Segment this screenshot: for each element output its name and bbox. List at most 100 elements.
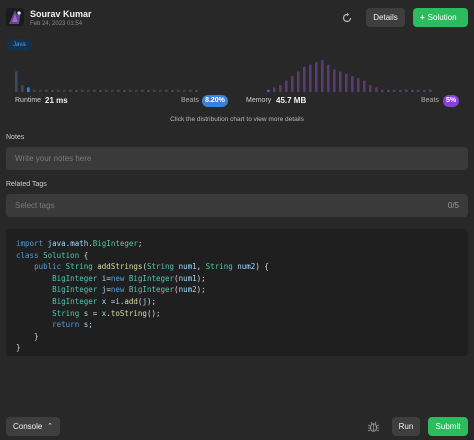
chart-bar[interactable] [45,89,48,92]
chart-bar[interactable] [21,85,24,92]
chart-bar[interactable] [345,73,348,92]
chart-bar[interactable] [111,89,114,92]
run-button[interactable]: Run [392,417,420,436]
chart-bar[interactable] [123,89,126,92]
chart-bar[interactable] [333,69,336,92]
chart-bar[interactable] [117,89,120,92]
solution-button-label: Solution [427,13,457,22]
code-token: j [142,296,147,306]
code-token: Solution [43,250,80,260]
chart-bar[interactable] [189,89,192,92]
chart-bar[interactable] [351,76,354,92]
chart-bar[interactable] [57,89,60,92]
chart-bar[interactable] [327,64,330,92]
console-button[interactable]: Console ⌃ [6,417,60,436]
runtime-value: 21 ms [45,96,68,105]
chart-bar[interactable] [81,89,84,92]
chart-bar[interactable] [183,89,186,92]
details-button[interactable]: Details [366,8,405,27]
chart-bar[interactable] [177,89,180,92]
memory-label: Memory [246,97,272,104]
submit-button[interactable]: Submit [428,417,468,436]
code-token: num2 [237,262,256,272]
chart-bar[interactable] [315,62,318,92]
chart-bar[interactable] [411,89,414,92]
code-token: math [70,239,89,248]
language-tag[interactable]: Java [7,39,32,51]
chart-bar[interactable] [339,71,342,92]
code-token: BigInteger [52,273,98,283]
chart-bar[interactable] [69,89,72,92]
chart-bar[interactable] [393,89,396,92]
user-avatar[interactable] [6,8,24,26]
chart-bar[interactable] [135,89,138,92]
chart-bar[interactable] [15,71,18,92]
code-token: return [52,320,80,330]
distribution-chart[interactable] [8,58,468,92]
code-token: i [101,273,107,283]
chart-bar[interactable] [429,89,432,92]
chart-bar[interactable] [291,76,294,92]
chart-bar[interactable] [381,89,384,92]
code-token: BigInteger [128,273,175,283]
chart-bar[interactable] [129,89,132,92]
debug-icon[interactable] [367,420,380,433]
chart-bar[interactable] [285,80,288,92]
chart-bar[interactable] [153,89,156,92]
code-token: x [101,296,107,306]
solution-button[interactable]: + Solution [413,8,468,27]
chart-bar[interactable] [297,71,300,92]
chart-bar[interactable] [357,78,360,92]
runtime-beats-badge: 8.20% [202,95,228,107]
tags-select[interactable]: Select tags 0/5 [6,194,468,217]
chart-bar[interactable] [27,87,30,92]
chart-bar[interactable] [147,89,150,92]
notes-input[interactable]: Write your notes here [6,147,468,170]
chart-bar[interactable] [309,64,312,92]
chart-bar[interactable] [75,89,78,92]
chart-bar[interactable] [33,89,36,92]
chart-bar[interactable] [39,89,42,92]
chart-bar[interactable] [165,89,168,92]
code-line: String s = x.toString(); [52,308,161,318]
code-line: BigInteger j=new BigInteger(num2); [52,285,206,295]
chart-bar[interactable] [267,89,270,92]
chart-bar[interactable] [417,89,420,92]
chart-bar[interactable] [171,89,174,92]
chart-bar[interactable] [93,89,96,92]
chart-bar[interactable] [405,89,408,92]
chart-bar[interactable] [195,89,198,92]
code-token: BigInteger [92,239,138,248]
chart-bar[interactable] [273,87,276,92]
chart-bar[interactable] [51,89,54,92]
code-token: add [124,296,138,306]
code-token: addStrings [97,262,143,272]
user-name[interactable]: Sourav Kumar [30,9,92,19]
chart-bar[interactable] [99,89,102,92]
chart-bar[interactable] [141,89,144,92]
chart-bar[interactable] [105,89,108,92]
chart-bar[interactable] [399,89,402,92]
code-block: import java.math.BigInteger; class Solut… [6,229,468,356]
chart-bar[interactable] [363,80,366,92]
code-token: toString [110,308,147,318]
code-token: public [34,262,62,272]
chart-bar[interactable] [63,89,66,92]
code-token: num2 [178,285,197,295]
code-token: BigInteger [52,285,98,295]
code-token: j [101,285,107,295]
code-token: new [110,285,125,295]
chevron-up-icon: ⌃ [47,423,53,430]
chart-bar[interactable] [321,60,324,92]
chart-bar[interactable] [375,87,378,92]
avatar-image [6,8,24,26]
chart-bar[interactable] [369,85,372,92]
share-icon[interactable] [341,12,353,24]
chart-bar[interactable] [159,89,162,92]
chart-bar[interactable] [303,66,306,92]
chart-bar[interactable] [387,89,390,92]
chart-bar[interactable] [87,89,90,92]
code-token: String [146,262,175,272]
chart-bar[interactable] [423,89,426,92]
chart-bar[interactable] [279,85,282,92]
